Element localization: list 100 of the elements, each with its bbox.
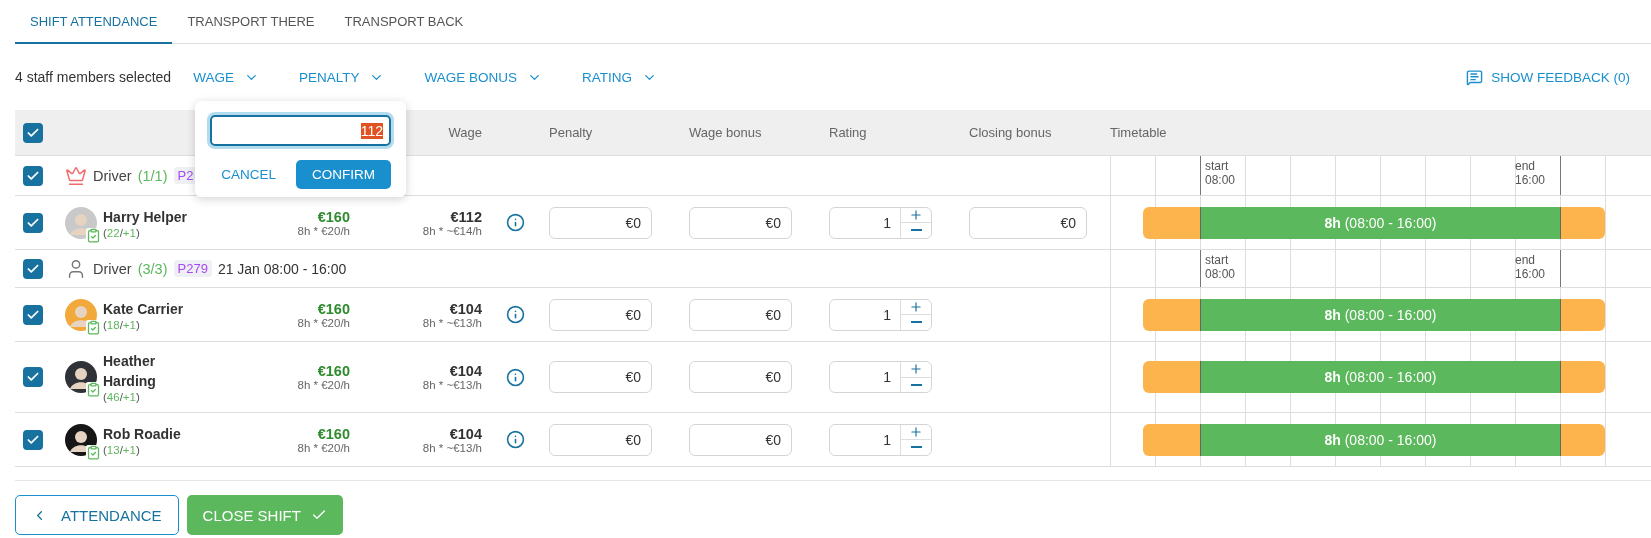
clipboard-check-icon [86,382,101,397]
rating-stepper[interactable]: 1 [829,298,932,331]
base-wage-detail: 8h * €20/h [297,316,350,329]
column-header: Rating [829,125,867,140]
checkbox[interactable] [23,429,43,450]
cancel-button[interactable]: CANCEL [221,167,276,182]
minus-icon [910,446,922,449]
base-wage: €160 [317,208,350,225]
rating-stepper[interactable]: 1 [829,361,932,393]
selection-count: 4 staff members selected [15,69,172,85]
role-label: Driver [93,260,132,277]
clipboard-check-icon [86,444,101,460]
column-header: Wage bonus [689,125,762,140]
info-icon[interactable] [506,367,525,387]
shift-duration: 8h (08:00 - 16:00) [1324,306,1437,323]
checkbox[interactable] [23,212,43,233]
wage-input[interactable]: 112 [210,115,391,146]
base-wage-detail: 8h * €20/h [297,224,350,237]
column-header: Closing bonus [969,125,1052,140]
check-icon [26,370,40,384]
base-wage-detail: 8h * €20/h [297,441,350,454]
wage-amount: €112 [450,208,482,225]
plus-icon [909,424,923,439]
confirm-button[interactable]: CONFIRM [296,160,391,189]
penalty-field[interactable]: €0 [549,298,652,331]
checkbox[interactable] [23,165,43,186]
shift-stats: (46/+1) [103,391,141,403]
dropdown-button[interactable]: RATING [581,69,657,85]
project-code: P2 [173,167,198,184]
rating-stepper[interactable]: 1 [829,423,932,456]
column-header: Timetable [1110,125,1167,140]
checkbox[interactable] [23,122,43,143]
wage-bonus-field[interactable]: €0 [689,423,792,456]
clipboard-check-icon [86,319,101,335]
shift-stats: (22/+1) [103,226,141,239]
role-count: (3/3) [137,260,168,277]
wage-detail: 8h * ~€13/h [422,316,482,329]
tab[interactable]: TRANSPORT BACK [329,0,479,44]
info-icon[interactable] [506,305,525,324]
end-marker-label: end 16:00 [1515,159,1546,187]
dropdown-button[interactable]: WAGE BONUS [424,69,542,85]
staff-name: Kate Carrier [103,299,185,319]
role-count: (1/1) [137,167,168,184]
info-icon[interactable] [506,213,525,232]
wage-detail: 8h * ~€13/h [422,441,482,454]
shift-stats: (13/+1) [103,443,141,456]
start-marker-label: start 08:00 [1205,159,1236,187]
column-header: Wage [448,125,482,140]
avatar [65,361,97,393]
minus-icon [910,229,922,232]
wage-detail: 8h * ~€13/h [422,379,482,391]
wage-bonus-field[interactable]: €0 [689,298,792,331]
end-marker-label: end 16:00 [1515,253,1546,281]
base-wage: €160 [317,300,350,317]
project-code: P279 [173,260,212,277]
base-wage: €160 [317,363,350,379]
attendance-button[interactable]: ATTENDANCE [15,495,179,535]
wage-bonus-field[interactable]: €0 [689,361,792,393]
shift-stats: (18/+1) [103,318,141,331]
dropdown-button[interactable]: PENALTY [298,69,385,85]
avatar [65,206,97,239]
minus-icon [910,321,922,324]
checkbox[interactable] [23,304,43,325]
staff-name: Harry Helper [103,207,189,227]
start-marker-label: start 08:00 [1205,253,1236,281]
wage-detail: 8h * ~€14/h [422,224,482,237]
show-feedback-button[interactable]: SHOW FEEDBACK (0) [1460,67,1636,87]
penalty-field[interactable]: €0 [549,361,652,393]
penalty-field[interactable]: €0 [549,423,652,456]
minus-icon [910,383,922,386]
closing-bonus-field[interactable]: €0 [969,206,1087,239]
plus-icon [909,299,923,314]
wage-amount: €104 [449,363,482,379]
plus-icon [909,362,923,377]
shift-duration: 8h (08:00 - 16:00) [1324,214,1437,231]
avatar [65,298,97,331]
checkbox[interactable] [23,367,43,387]
staff-name: Heather Harding [103,352,157,391]
wage-amount: €104 [449,425,482,442]
wage-bonus-field[interactable]: €0 [689,206,792,239]
clipboard-check-icon [86,227,101,243]
base-wage-detail: 8h * €20/h [297,379,350,391]
shift-date: 21 Jan 08:00 - 16:00 [217,260,347,277]
staff-name: Rob Roadie [103,424,182,444]
dropdown-button[interactable]: WAGE [193,69,259,85]
avatar [65,423,97,456]
message-icon [1466,68,1484,86]
base-wage: €160 [317,425,350,442]
shift-duration: 8h (08:00 - 16:00) [1324,431,1437,448]
info-icon[interactable] [506,430,525,449]
checkbox[interactable] [23,258,43,279]
penalty-field[interactable]: €0 [549,206,652,239]
column-header: Penalty [549,125,593,140]
crown-icon [65,164,87,187]
shift-duration: 8h (08:00 - 16:00) [1324,369,1437,385]
rating-stepper[interactable]: 1 [829,206,932,239]
tab[interactable]: TRANSPORT THERE [172,0,330,44]
tab[interactable]: SHIFT ATTENDANCE [15,0,173,44]
role-label: Driver [93,167,132,184]
wage-amount: €104 [449,300,482,317]
